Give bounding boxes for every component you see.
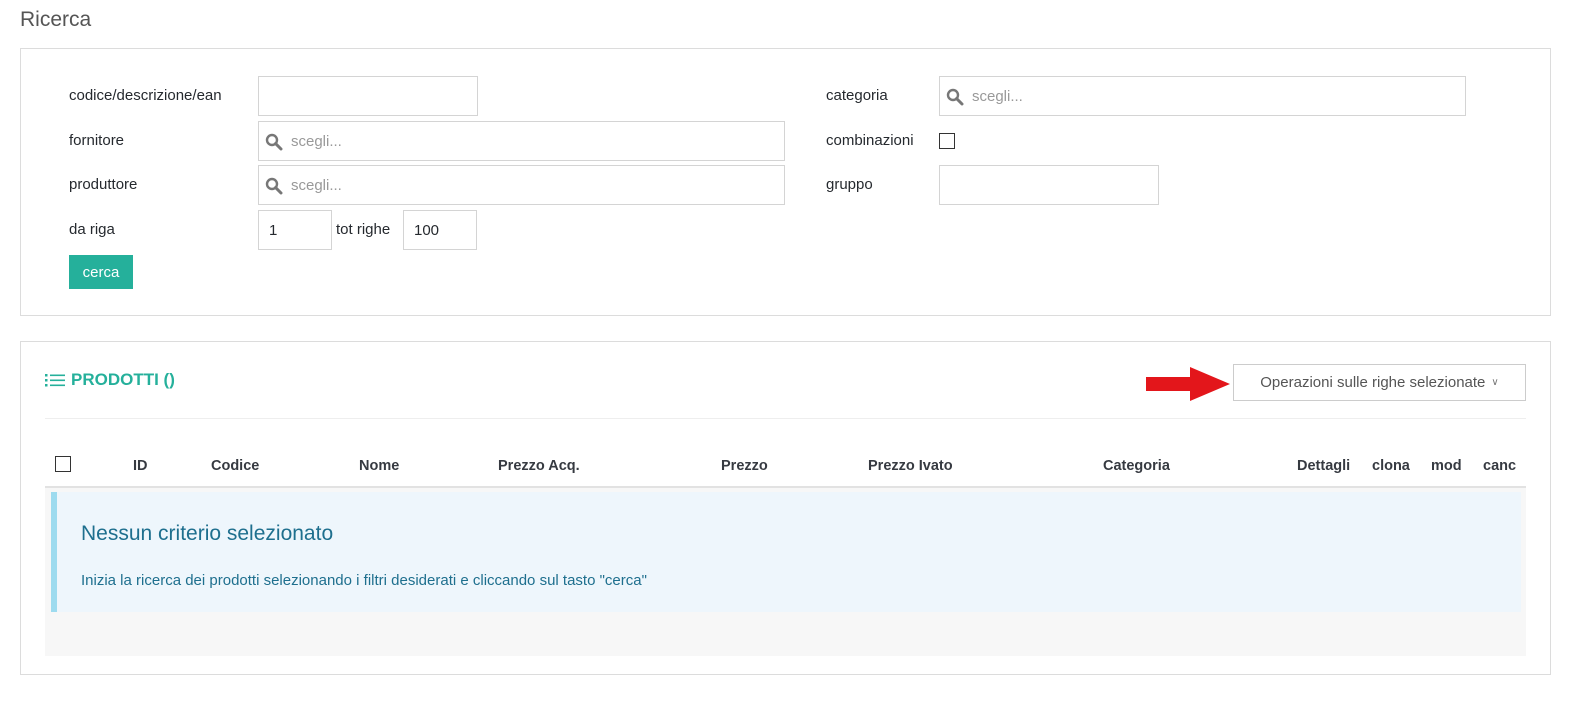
produttore-placeholder: scegli... [291, 176, 342, 194]
da-riga-input[interactable]: 1 [258, 210, 332, 250]
categoria-label: categoria [826, 87, 888, 104]
col-codice[interactable]: Codice [211, 458, 259, 474]
bulk-operations-label: Operazioni sulle righe selezionate [1260, 374, 1486, 391]
codice-label: codice/descrizione/ean [69, 87, 222, 104]
col-mod: mod [1431, 458, 1462, 474]
products-title: PRODOTTI () [71, 370, 175, 389]
col-dettagli: Dettagli [1297, 458, 1351, 474]
tot-righe-input[interactable]: 100 [403, 210, 477, 250]
col-nome[interactable]: Nome [359, 458, 399, 474]
search-panel: codice/descrizione/ean fornitore scegli.… [20, 48, 1551, 316]
col-id[interactable]: ID [133, 458, 148, 474]
gruppo-input[interactable] [939, 165, 1159, 205]
page-title: Ricerca [20, 8, 92, 31]
col-categoria[interactable]: Categoria [1103, 458, 1170, 474]
fornitore-placeholder: scegli... [291, 132, 342, 150]
products-heading: PRODOTTI () [45, 370, 175, 390]
bulk-operations-dropdown[interactable]: Operazioni sulle righe selezionate ∨ [1233, 364, 1526, 401]
col-prezzo-acq[interactable]: Prezzo Acq. [498, 458, 580, 474]
categoria-select[interactable]: scegli... [939, 76, 1466, 116]
combinazioni-checkbox[interactable] [939, 133, 955, 149]
alert-title: Nessun criterio selezionato [81, 522, 334, 545]
col-clona: clona [1372, 458, 1410, 474]
red-arrow-icon [1146, 367, 1230, 401]
col-prezzo[interactable]: Prezzo [721, 458, 768, 474]
produttore-label: produttore [69, 176, 138, 193]
codice-input[interactable] [258, 76, 478, 116]
combinazioni-label: combinazioni [826, 132, 914, 149]
produttore-select[interactable]: scegli... [258, 165, 785, 205]
col-canc: canc [1483, 458, 1517, 474]
magnifier-icon [265, 177, 283, 195]
products-panel: PRODOTTI () Operazioni sulle righe selez… [20, 341, 1551, 675]
da-riga-label: da riga [69, 221, 115, 238]
tot-righe-label: tot righe [336, 221, 391, 238]
info-alert: Nessun criterio selezionato Inizia la ri… [51, 492, 1521, 612]
gruppo-label: gruppo [826, 176, 873, 193]
col-prezzo-ivato[interactable]: Prezzo Ivato [868, 458, 953, 474]
magnifier-icon [265, 133, 283, 151]
list-icon [45, 374, 65, 387]
select-all-checkbox[interactable] [55, 456, 71, 472]
cerca-button[interactable]: cerca [69, 255, 133, 289]
heading-divider [45, 418, 1526, 419]
categoria-placeholder: scegli... [972, 87, 1023, 105]
chevron-down-icon: ∨ [1491, 377, 1499, 388]
fornitore-select[interactable]: scegli... [258, 121, 785, 161]
magnifier-icon [946, 88, 964, 106]
empty-table-area: Nessun criterio selezionato Inizia la ri… [45, 488, 1526, 656]
alert-text: Inizia la ricerca dei prodotti seleziona… [81, 572, 647, 589]
fornitore-label: fornitore [69, 132, 125, 149]
